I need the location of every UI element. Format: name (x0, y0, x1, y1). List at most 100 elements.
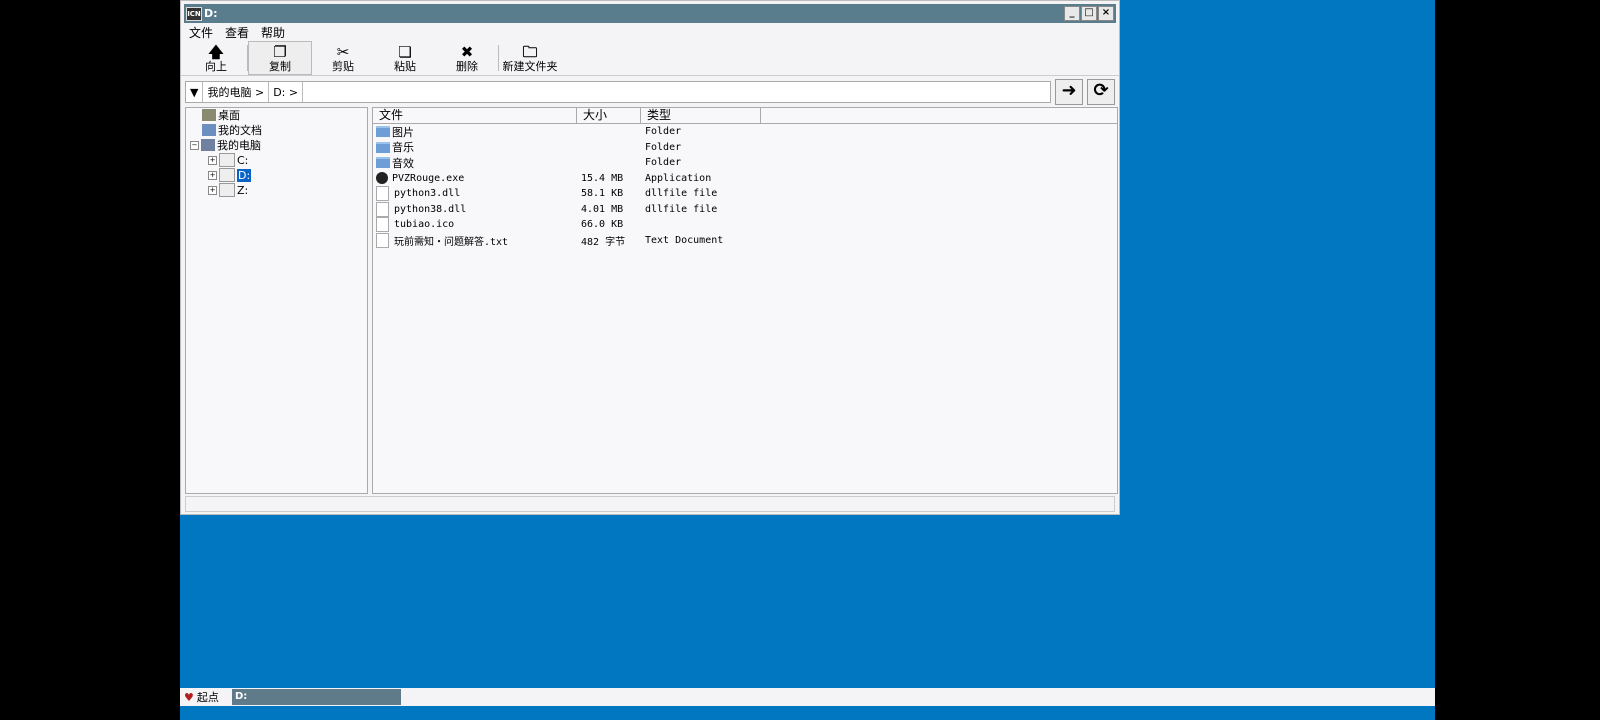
file-name: 图片 (392, 125, 414, 139)
folder-icon (376, 141, 390, 153)
tree-item-z[interactable]: + Z: (208, 183, 248, 197)
maximize-button[interactable]: □ (1081, 6, 1097, 21)
documents-icon (202, 124, 216, 136)
toolbar-label: 复制 (269, 59, 291, 73)
collapse-icon[interactable]: − (190, 140, 199, 150)
menu-help[interactable]: 帮助 (261, 24, 285, 41)
file-type: Application (645, 172, 712, 184)
file-explorer-window: ICN D: _ □ × 文件 查看 帮助 🡅 向上 ❐ 复制 ✂ 剪贴 ❏ 粘贴 ✖ 删除 🗀 新建… (180, 0, 1120, 515)
folder-icon (376, 157, 390, 169)
address-bar: ▼ 我的电脑 > D: > ➜ ⟳ (185, 79, 1115, 105)
tree-item-c[interactable]: + C: (208, 153, 248, 167)
history-dropdown-button[interactable]: ▼ (186, 82, 204, 102)
file-icon (376, 186, 389, 202)
file-row[interactable]: 玩前需知・问题解答.txt 482 字节 Text Document (373, 232, 1117, 249)
breadcrumb: ▼ 我的电脑 > D: > (185, 81, 1051, 103)
file-type: dllfile file (645, 188, 718, 200)
window-title: D: (204, 7, 218, 20)
list-header: 文件 大小 类型 (373, 108, 1117, 124)
crumb-d[interactable]: D: > (269, 82, 304, 102)
file-size: 482 字节 (581, 236, 626, 248)
folder-tree: 桌面 我的文档 − 我的电脑 + C: + D: + Z: (185, 107, 368, 494)
copy-icon: ❐ (273, 42, 287, 61)
file-type: dllfile file (645, 203, 718, 215)
file-name: python3.dll (394, 188, 461, 200)
tree-item-desktop[interactable]: 桌面 (202, 108, 240, 122)
file-row[interactable]: python3.dll 58.1 KB dllfile file (373, 186, 1117, 202)
expand-icon[interactable]: + (208, 170, 217, 180)
file-type: Text Document (645, 234, 724, 246)
column-type[interactable]: 类型 (641, 108, 761, 123)
file-row[interactable]: 音乐 Folder (373, 140, 1117, 156)
file-name: 音效 (392, 156, 414, 170)
file-row[interactable]: PVZRouge.exe 15.4 MB Application (373, 171, 1117, 187)
file-row[interactable]: 音效 Folder (373, 155, 1117, 171)
toolbar-delete-button[interactable]: ✖ 删除 (436, 41, 498, 75)
delete-icon: ✖ (460, 42, 474, 61)
computer-icon (201, 139, 215, 151)
file-name: 玩前需知・问题解答.txt (394, 236, 509, 248)
toolbar-label: 粘贴 (394, 59, 416, 73)
menu-file[interactable]: 文件 (189, 24, 213, 41)
toolbar-cut-button[interactable]: ✂ 剪贴 (312, 41, 374, 75)
menu-view[interactable]: 查看 (225, 24, 249, 41)
toolbar-copy-button[interactable]: ❐ 复制 (248, 41, 312, 75)
start-icon: ♥ (184, 690, 194, 704)
toolbar-label: 剪贴 (332, 59, 354, 73)
file-row[interactable]: tubiao.ico 66.0 KB (373, 217, 1117, 233)
new-folder-icon: 🗀 (522, 42, 538, 61)
status-bar (185, 496, 1115, 512)
column-name[interactable]: 文件 (373, 108, 577, 123)
tree-item-my-computer[interactable]: − 我的电脑 (190, 138, 261, 152)
file-size: 66.0 KB (581, 219, 624, 231)
cut-icon: ✂ (336, 42, 350, 61)
close-button[interactable]: × (1098, 6, 1114, 21)
drive-icon (219, 183, 235, 197)
file-row[interactable]: 图片 Folder (373, 124, 1117, 140)
file-size: 58.1 KB (581, 188, 624, 200)
file-icon (376, 232, 389, 248)
expand-icon[interactable]: + (208, 155, 217, 165)
minimize-button[interactable]: _ (1064, 6, 1080, 21)
drive-icon (219, 168, 235, 182)
title-bar[interactable]: ICN D: _ □ × (184, 4, 1116, 23)
column-size[interactable]: 大小 (577, 108, 641, 123)
taskbar-window-d[interactable]: D: (232, 689, 401, 705)
tree-item-d[interactable]: + D: (208, 168, 252, 182)
start-button[interactable]: ♥ 起点 (180, 689, 232, 705)
file-size: 4.01 MB (581, 203, 624, 215)
paste-icon: ❏ (398, 42, 412, 61)
file-icon (376, 201, 389, 217)
arrow-up-icon: 🡅 (208, 42, 224, 61)
file-size: 15.4 MB (581, 172, 624, 184)
file-name: 音乐 (392, 141, 414, 155)
expand-icon[interactable]: + (208, 185, 217, 195)
file-type: Folder (645, 157, 682, 169)
toolbar-paste-button[interactable]: ❏ 粘贴 (374, 41, 436, 75)
application-icon (376, 172, 388, 185)
file-icon (376, 217, 389, 233)
menu-bar: 文件 查看 帮助 (181, 23, 1119, 41)
file-name: tubiao.ico (394, 219, 455, 231)
file-list: 文件 大小 类型 图片 Folder 音乐 Folder 音效 Folder PVZRoug… (372, 107, 1118, 494)
app-icon: ICN (186, 6, 202, 21)
toolbar-arrow-up-button[interactable]: 🡅 向上 (185, 41, 247, 75)
toolbar-new-folder-button[interactable]: 🗀 新建文件夹 (499, 41, 561, 75)
taskbar: ♥ 起点 D: (180, 688, 1435, 706)
file-name: python38.dll (394, 203, 467, 215)
file-type: Folder (645, 126, 682, 138)
desktop-icon (202, 109, 216, 121)
tree-item-documents[interactable]: 我的文档 (202, 123, 262, 137)
toolbar: 🡅 向上 ❐ 复制 ✂ 剪贴 ❏ 粘贴 ✖ 删除 🗀 新建文件夹 (181, 41, 1119, 76)
refresh-button[interactable]: ⟳ (1087, 79, 1115, 105)
drive-icon (219, 153, 235, 167)
toolbar-label: 新建文件夹 (502, 59, 558, 73)
file-row[interactable]: python38.dll 4.01 MB dllfile file (373, 201, 1117, 218)
toolbar-label: 删除 (456, 59, 478, 73)
folder-icon (376, 126, 390, 138)
toolbar-label: 向上 (205, 59, 227, 73)
file-type: Folder (645, 141, 682, 153)
file-name: PVZRouge.exe (392, 172, 465, 184)
go-button[interactable]: ➜ (1055, 79, 1083, 105)
crumb-my-computer[interactable]: 我的电脑 > (203, 82, 270, 102)
